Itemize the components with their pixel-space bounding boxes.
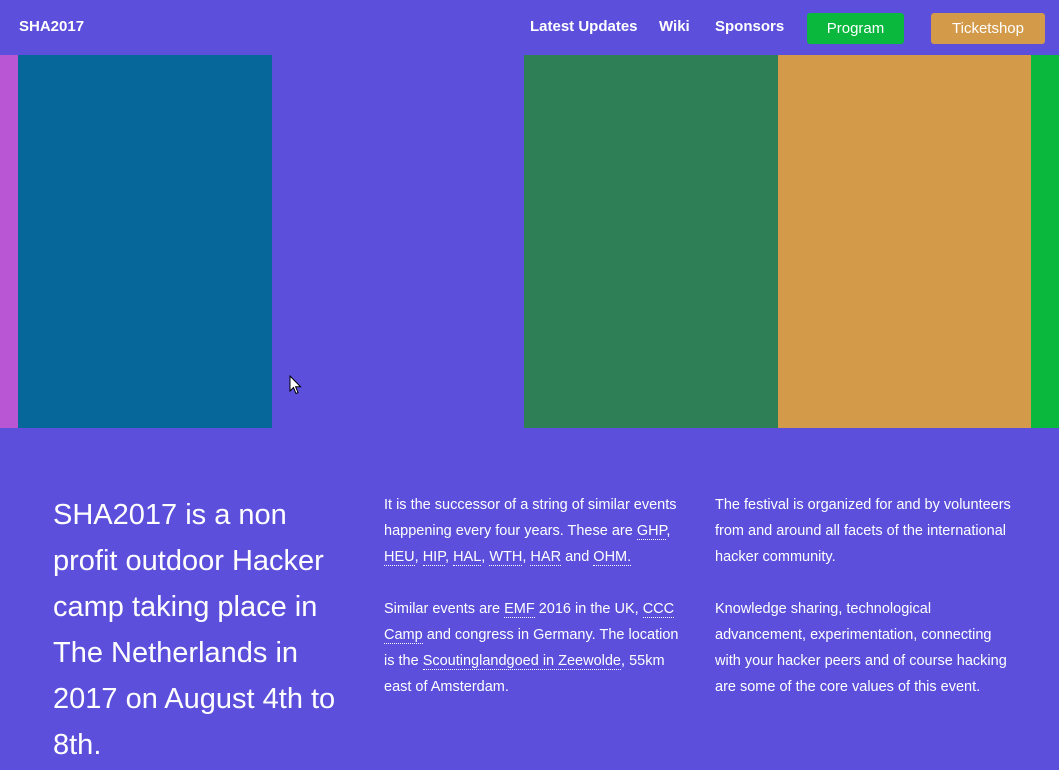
separator: ,	[414, 549, 423, 565]
link-ohm[interactable]: OHM.	[593, 549, 632, 566]
ticketshop-button[interactable]: Ticketshop	[931, 13, 1045, 44]
page: SHA2017 Latest Updates Wiki Sponsors Pro…	[0, 0, 1059, 770]
brand-link[interactable]: SHA2017	[19, 18, 84, 35]
similar-text: Similar events are	[384, 601, 505, 617]
mouse-cursor-icon	[289, 375, 302, 395]
hero-tile-purple	[0, 55, 18, 428]
link-wth[interactable]: WTH	[489, 549, 523, 566]
program-button[interactable]: Program	[807, 13, 904, 44]
similar-events-paragraph: Similar events are EMF 2016 in the UK, C…	[384, 596, 680, 700]
successor-paragraph: It is the successor of a string of simil…	[384, 492, 680, 570]
link-emf[interactable]: EMF	[504, 601, 535, 618]
hero-tile-orange	[778, 55, 1031, 428]
separator: ,	[666, 523, 671, 539]
nav-sponsors[interactable]: Sponsors	[715, 18, 784, 35]
nav-wiki[interactable]: Wiki	[659, 18, 690, 35]
organized-paragraph: The festival is organized for and by vol…	[715, 497, 1011, 565]
link-hip[interactable]: HIP	[422, 549, 445, 566]
hero-tile-green	[524, 55, 778, 428]
top-navbar: SHA2017 Latest Updates Wiki Sponsors Pro…	[0, 0, 1059, 55]
nav-latest-updates[interactable]: Latest Updates	[530, 18, 638, 35]
link-location[interactable]: Scoutinglandgoed in Zeewolde	[422, 653, 622, 670]
link-ghp[interactable]: GHP	[636, 523, 667, 540]
values-paragraph: Knowledge sharing, technological advance…	[715, 601, 1007, 695]
and-text: and	[561, 549, 594, 565]
hero-tile-blue	[18, 55, 272, 428]
about-column-right: The festival is organized for and by vol…	[715, 492, 1015, 726]
link-heu[interactable]: HEU	[384, 549, 415, 566]
successor-text: It is the successor of a string of simil…	[384, 497, 677, 539]
uk-text: 2016 in the UK,	[534, 601, 643, 617]
link-har[interactable]: HAR	[530, 549, 562, 566]
separator: ,	[445, 549, 454, 565]
about-column-middle: It is the successor of a string of simil…	[384, 492, 680, 726]
headline: SHA2017 is a non profit outdoor Hacker c…	[53, 499, 336, 761]
link-hal[interactable]: HAL	[453, 549, 482, 566]
hero-tile-bright-green	[1031, 55, 1059, 428]
